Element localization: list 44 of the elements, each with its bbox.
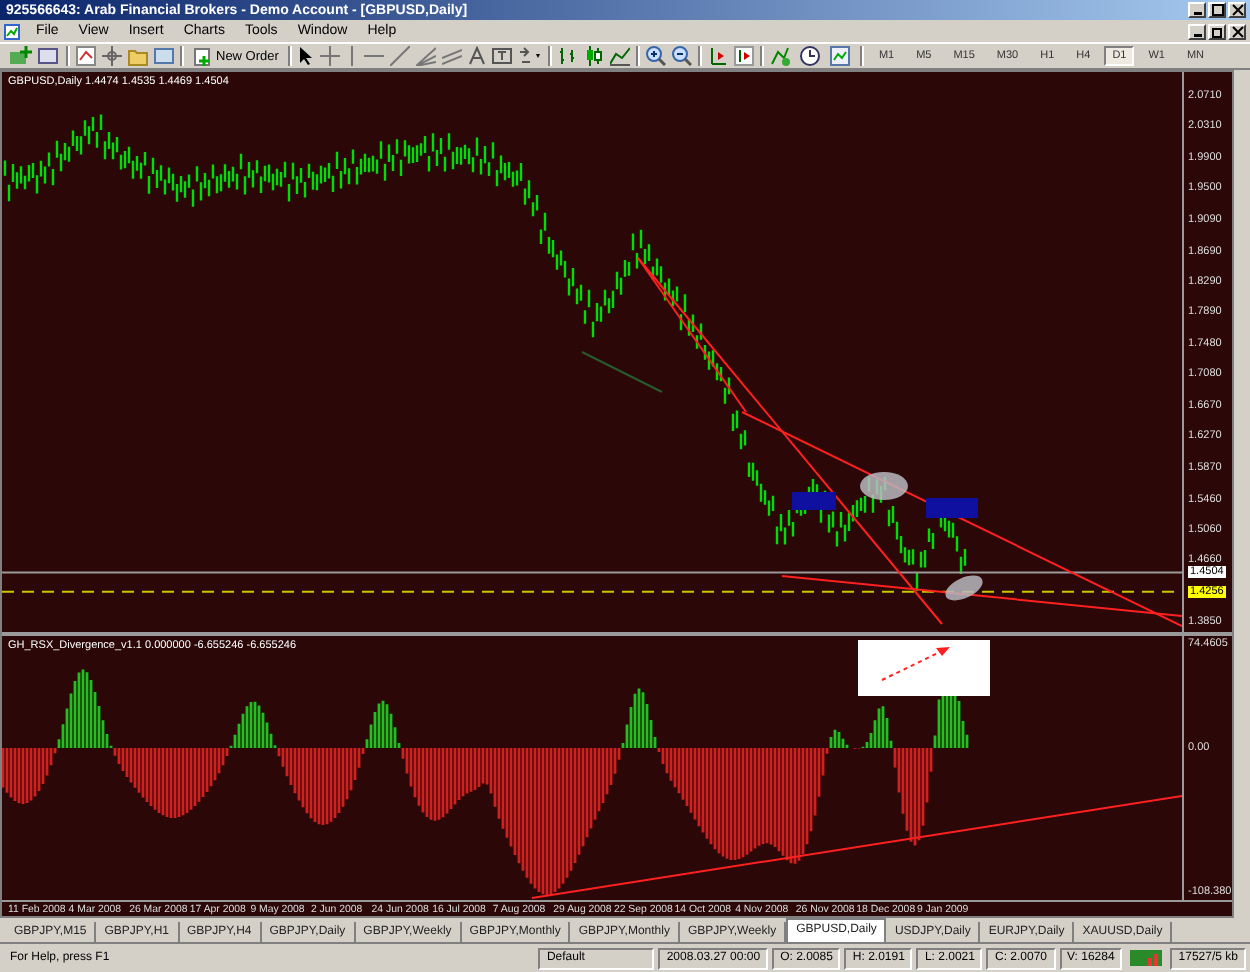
ellipse-marker[interactable] xyxy=(860,472,908,500)
zoom-in-icon[interactable] xyxy=(646,46,667,66)
minimize-button[interactable] xyxy=(1188,2,1206,18)
restore-icon xyxy=(1211,25,1223,37)
trendline[interactable] xyxy=(781,575,1182,617)
maximize-icon xyxy=(1211,4,1223,16)
new-order-icon xyxy=(194,47,212,65)
connection-icon xyxy=(1130,950,1163,966)
rectangle-marker[interactable] xyxy=(792,492,836,510)
trendline[interactable] xyxy=(741,411,1182,627)
window-icon[interactable] xyxy=(38,46,60,66)
add-chart-icon[interactable] xyxy=(8,46,32,66)
minimize-button[interactable] xyxy=(1188,23,1206,39)
rectangle-marker[interactable] xyxy=(858,640,990,696)
fan-icon[interactable] xyxy=(416,46,437,66)
terminal-icon[interactable] xyxy=(154,46,174,66)
close-button[interactable] xyxy=(1228,23,1246,39)
navigator-icon[interactable] xyxy=(102,46,122,66)
arrows-icon[interactable] xyxy=(518,46,543,66)
trendline-icon[interactable] xyxy=(390,46,411,66)
candlestick-icon[interactable] xyxy=(584,46,605,66)
label-tool-icon[interactable] xyxy=(492,46,513,66)
cursor-icon[interactable] xyxy=(298,46,315,66)
channel-icon[interactable] xyxy=(442,46,463,66)
close-button[interactable] xyxy=(1228,2,1246,18)
trendline[interactable] xyxy=(637,257,747,413)
ellipse-marker[interactable] xyxy=(945,575,983,601)
dashed-arrow[interactable] xyxy=(881,647,950,681)
clock-icon[interactable] xyxy=(800,46,825,66)
maximize-button[interactable] xyxy=(1208,2,1226,18)
vertical-line-icon[interactable] xyxy=(346,46,359,66)
chart-shift-icon[interactable] xyxy=(708,46,729,66)
trendline[interactable] xyxy=(637,257,943,625)
bar-chart-icon[interactable] xyxy=(558,46,579,66)
restore-button[interactable] xyxy=(1208,23,1226,39)
market-watch-icon[interactable] xyxy=(76,46,96,66)
zoom-out-icon[interactable] xyxy=(672,46,693,66)
templates-icon[interactable] xyxy=(830,46,855,66)
text-tool-icon[interactable] xyxy=(468,46,487,66)
close-icon xyxy=(1231,4,1243,16)
autoscroll-icon[interactable] xyxy=(734,46,755,66)
rectangle-marker[interactable] xyxy=(926,498,978,518)
line-chart-icon[interactable] xyxy=(610,46,631,66)
close-icon xyxy=(1231,25,1243,37)
